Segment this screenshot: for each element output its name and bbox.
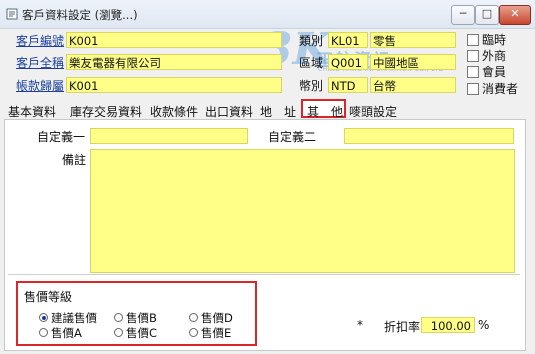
tab-inventory[interactable]: 庫存交易資料	[70, 103, 142, 120]
currency-name-field: 台幣	[370, 77, 456, 93]
panel-divider	[8, 274, 520, 275]
region-code-field[interactable]: Q001	[328, 54, 368, 70]
radio-price-d[interactable]	[189, 313, 198, 322]
tab-other[interactable]: 其 他	[307, 103, 343, 120]
category-code-field[interactable]: KL01	[328, 32, 368, 48]
radio-price-b[interactable]	[114, 313, 123, 322]
window-title: 客戶資料設定 (瀏覽...)	[22, 8, 138, 22]
maximize-button[interactable]: □	[475, 5, 499, 25]
discount-label: 折扣率	[384, 320, 421, 334]
currency-label: 幣別	[299, 79, 324, 93]
discount-required-mark: *	[357, 318, 363, 332]
radio-suggested-price[interactable]	[39, 313, 48, 322]
category-label: 類別	[299, 34, 324, 48]
app-icon	[6, 8, 18, 20]
radio-price-c[interactable]	[114, 328, 123, 337]
customer-code-label[interactable]: 客戶編號	[16, 32, 64, 49]
custom2-label: 自定義二	[268, 130, 317, 144]
tab-address[interactable]: 地 址	[260, 103, 296, 120]
category-name-field: 零售	[370, 32, 456, 48]
discount-unit: %	[478, 318, 490, 332]
consumer-checkbox[interactable]	[467, 83, 479, 95]
custom1-field[interactable]	[90, 128, 248, 144]
tab-export[interactable]: 出口資料	[205, 103, 253, 120]
customer-code-field[interactable]: K001	[66, 32, 282, 48]
account-owner-field[interactable]: K001	[66, 77, 282, 93]
region-name-field: 中國地區	[370, 54, 456, 70]
radio-price-a-label: 售價A	[51, 326, 82, 340]
radio-price-e[interactable]	[189, 328, 198, 337]
custom2-field[interactable]	[344, 128, 514, 144]
close-button[interactable]: ✕	[499, 5, 531, 25]
consumer-checkbox-label: 消費者	[482, 82, 519, 96]
region-label: 區域	[299, 56, 324, 70]
price-grade-title: 售價等級	[24, 290, 73, 304]
custom1-label: 自定義一	[37, 130, 86, 144]
discount-rate-field[interactable]: 100.00	[421, 317, 475, 333]
temporary-checkbox-label: 臨時	[482, 33, 507, 47]
radio-suggested-price-label: 建議售價	[51, 311, 97, 325]
customer-name-label[interactable]: 客戶全稱	[16, 54, 64, 71]
temporary-checkbox[interactable]	[467, 34, 479, 46]
foreign-checkbox[interactable]	[467, 50, 479, 62]
customer-name-field[interactable]: 樂友電器有限公司	[66, 54, 282, 70]
minimize-button[interactable]: ─	[451, 5, 475, 25]
radio-price-d-label: 售價D	[201, 311, 233, 325]
currency-code-field[interactable]: NTD	[328, 77, 368, 93]
account-owner-label[interactable]: 帳款歸屬	[16, 77, 64, 94]
radio-price-b-label: 售價B	[126, 311, 157, 325]
tab-basic[interactable]: 基本資料	[8, 103, 56, 120]
radio-price-c-label: 售價C	[126, 326, 158, 340]
radio-price-a[interactable]	[39, 328, 48, 337]
remark-label: 備註	[62, 153, 87, 167]
member-checkbox[interactable]	[467, 66, 479, 78]
tab-shipping-mark[interactable]: 嘜頭設定	[349, 103, 397, 120]
member-checkbox-label: 會員	[482, 65, 507, 79]
radio-price-e-label: 售價E	[201, 326, 232, 340]
remark-textarea[interactable]	[90, 149, 515, 273]
foreign-checkbox-label: 外商	[482, 49, 507, 63]
tab-payment[interactable]: 收款條件	[150, 103, 198, 120]
